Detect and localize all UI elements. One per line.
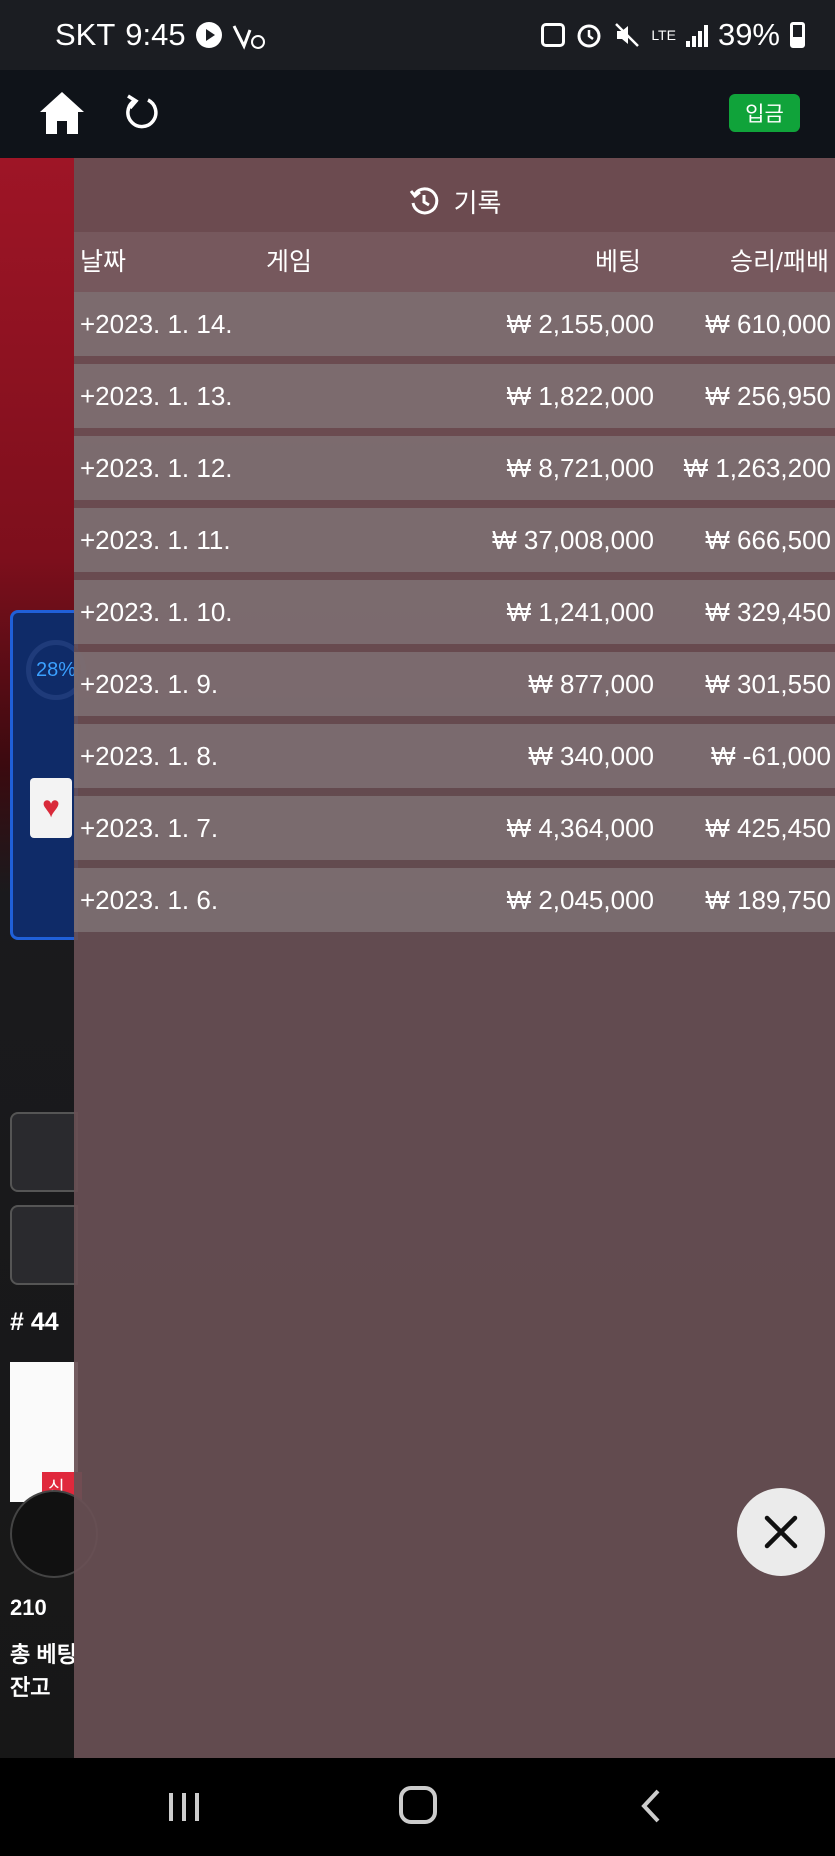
- table-row[interactable]: +2023. 1. 13. ₩ 1,822,000 ₩ 256,950: [74, 364, 835, 428]
- round-number: # 44: [10, 1308, 59, 1336]
- battery-icon: [790, 22, 805, 48]
- balance-label: 잔고: [10, 1675, 51, 1700]
- alarm-icon: [577, 24, 601, 48]
- row-bet: ₩ 2,045,000: [506, 885, 654, 915]
- stat-line: 210: [10, 1595, 47, 1620]
- total-bet-label: 총 베팅: [10, 1642, 77, 1667]
- history-modal: 기록 날짜 게임 베팅 승리/패배 +2023. 1. 14. ₩ 2,155,…: [74, 158, 835, 1758]
- table-header: 날짜 게임 베팅 승리/패배: [74, 232, 835, 292]
- row-date: +2023. 1. 9.: [80, 669, 219, 699]
- row-date: +2023. 1. 11.: [80, 525, 231, 555]
- row-win-loss: ₩ 1,263,200: [683, 453, 831, 483]
- table-row[interactable]: +2023. 1. 10. ₩ 1,241,000 ₩ 329,450: [74, 580, 835, 644]
- table-row[interactable]: +2023. 1. 12. ₩ 8,721,000 ₩ 1,263,200: [74, 436, 835, 500]
- battery-percent: 39%: [717, 17, 780, 52]
- row-win-loss: ₩ 425,450: [705, 813, 831, 843]
- modal-title: 기록: [453, 187, 502, 218]
- row-bet: ₩ 1,241,000: [506, 597, 654, 627]
- signal-icon: [685, 23, 708, 47]
- close-icon: [764, 1515, 798, 1549]
- row-bet: ₩ 877,000: [528, 669, 654, 699]
- column-header-game: 게임: [266, 248, 313, 276]
- home-nav-icon[interactable]: [399, 1786, 437, 1824]
- table-row[interactable]: +2023. 1. 7. ₩ 4,364,000 ₩ 425,450: [74, 796, 835, 860]
- bet-option-button[interactable]: [10, 1205, 78, 1285]
- column-header-win-loss: 승리/패배: [730, 248, 829, 276]
- status-bar: SKT 9:45 LTE 39%: [0, 0, 835, 70]
- carrier-label: SKT: [55, 17, 116, 52]
- row-win-loss: ₩ 610,000: [705, 309, 831, 339]
- column-header-date: 날짜: [80, 248, 127, 276]
- table-row[interactable]: +2023. 1. 8. ₩ 340,000 ₩ -61,000: [74, 724, 835, 788]
- mute-icon: [615, 23, 640, 47]
- row-date: +2023. 1. 10.: [80, 597, 233, 627]
- app-header: 입금: [0, 70, 835, 158]
- row-win-loss: ₩ 301,550: [705, 669, 831, 699]
- row-win-loss: ₩ 189,750: [705, 885, 831, 915]
- row-win-loss: ₩ 329,450: [705, 597, 831, 627]
- table-row[interactable]: +2023. 1. 6. ₩ 2,045,000 ₩ 189,750: [74, 868, 835, 932]
- home-icon[interactable]: [38, 90, 86, 136]
- table-row[interactable]: +2023. 1. 11. ₩ 37,008,000 ₩ 666,500: [74, 508, 835, 572]
- row-date: +2023. 1. 13.: [80, 381, 233, 411]
- table-row[interactable]: +2023. 1. 14. ₩ 2,155,000 ₩ 610,000: [74, 292, 835, 356]
- app-notification-icon: [541, 23, 566, 47]
- row-bet: ₩ 340,000: [528, 741, 654, 771]
- back-icon[interactable]: [636, 1788, 666, 1824]
- row-date: +2023. 1. 8.: [80, 741, 219, 771]
- row-win-loss: ₩ -61,000: [711, 741, 831, 771]
- lte-label: LTE: [651, 27, 676, 43]
- clock: 9:45: [125, 17, 186, 52]
- refresh-icon[interactable]: [124, 92, 160, 132]
- history-table: +2023. 1. 14. ₩ 2,155,000 ₩ 610,000 +202…: [74, 292, 835, 940]
- play-icon: [195, 22, 222, 48]
- deposit-button[interactable]: 입금: [729, 94, 800, 132]
- row-bet: ₩ 2,155,000: [506, 309, 654, 339]
- close-button[interactable]: [737, 1488, 825, 1576]
- modal-header: 기록: [74, 178, 835, 224]
- row-bet: ₩ 37,008,000: [492, 525, 654, 555]
- row-date: +2023. 1. 7.: [80, 813, 219, 843]
- row-date: +2023. 1. 12.: [80, 453, 233, 483]
- table-row[interactable]: +2023. 1. 9. ₩ 877,000 ₩ 301,550: [74, 652, 835, 716]
- bet-option-button[interactable]: [10, 1112, 78, 1192]
- row-win-loss: ₩ 666,500: [705, 525, 831, 555]
- history-icon: [409, 187, 438, 215]
- navigation-bar: [0, 1758, 835, 1856]
- recent-apps-icon[interactable]: [167, 1791, 201, 1823]
- row-date: +2023. 1. 6.: [80, 885, 219, 915]
- row-date: +2023. 1. 14.: [80, 309, 233, 339]
- row-bet: ₩ 8,721,000: [506, 453, 654, 483]
- heart-card-icon: ♥: [30, 778, 72, 838]
- row-win-loss: ₩ 256,950: [705, 381, 831, 411]
- row-bet: ₩ 4,364,000: [506, 813, 654, 843]
- column-header-bet: 베팅: [594, 248, 641, 276]
- row-bet: ₩ 1,822,000: [506, 381, 654, 411]
- wifi-call-icon: [232, 25, 265, 50]
